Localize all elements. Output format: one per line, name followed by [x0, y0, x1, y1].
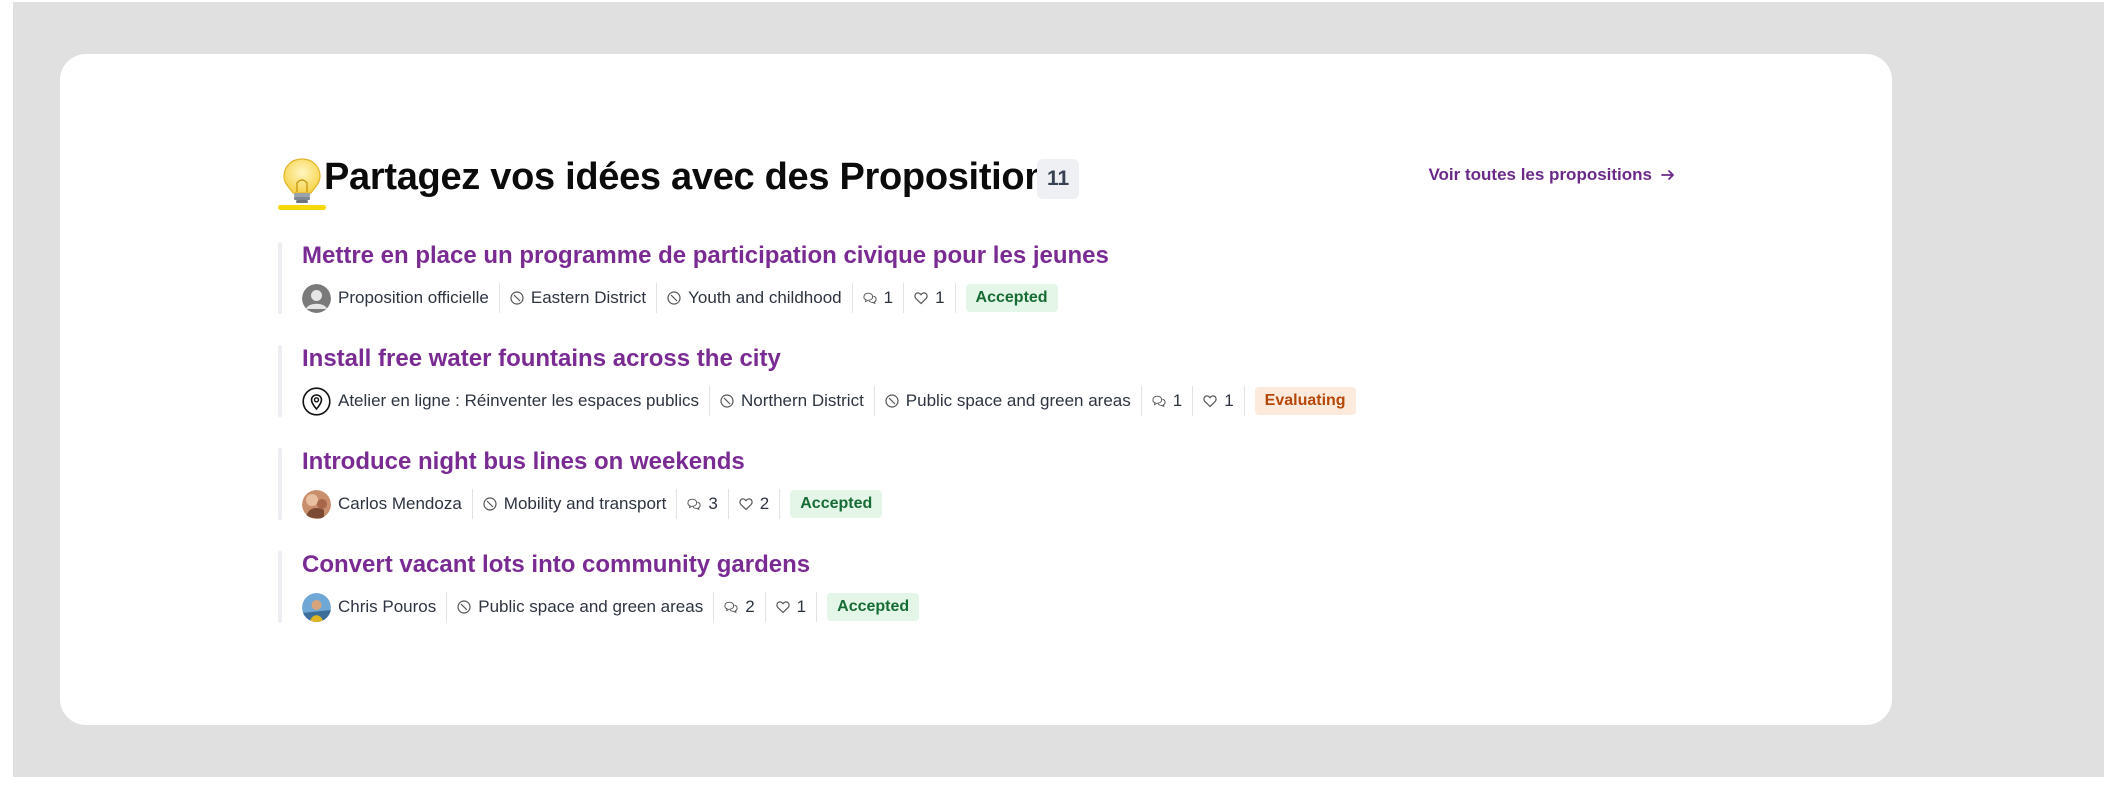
comments-icon: [863, 292, 877, 305]
divider: [816, 592, 818, 622]
proposal-title-link[interactable]: Install free water fountains across the …: [302, 343, 1378, 377]
category-label: Public space and green areas: [478, 597, 704, 616]
heart-icon: [914, 292, 928, 305]
likes-count: 1: [766, 591, 816, 623]
proposal-list: Mettre en place un programme de particip…: [278, 240, 1378, 652]
see-all-label: Voir toutes les propositions: [1428, 165, 1652, 184]
proposal-title-link[interactable]: Introduce night bus lines on weekends: [302, 446, 1378, 480]
author: Carlos Mendoza: [302, 488, 472, 520]
likes-value: 1: [1224, 391, 1234, 410]
divider: [779, 489, 781, 519]
tag-icon: [720, 394, 734, 408]
heart-icon: [1203, 395, 1217, 408]
scope-tag[interactable]: Northern District: [710, 385, 874, 417]
category-label: Public space and green areas: [905, 391, 1131, 410]
arrow-right-icon: [1661, 170, 1674, 180]
tag-icon: [510, 291, 524, 305]
divider: [1243, 386, 1245, 416]
likes-value: 1: [935, 288, 945, 307]
comments-value: 1: [1172, 391, 1183, 410]
scope-label: Eastern District: [530, 288, 647, 307]
author-name: Atelier en ligne : Réinventer les espace…: [338, 391, 699, 410]
heart-icon: [775, 601, 790, 614]
proposal-item: Mettre en place un programme de particip…: [278, 240, 1378, 343]
likes-value: 2: [759, 494, 770, 513]
comments-count: 2: [714, 591, 764, 623]
tag-icon: [483, 497, 497, 511]
title-highlight: [278, 205, 326, 210]
author-name: Proposition officielle: [338, 288, 489, 307]
category-tag[interactable]: Mobility and transport: [473, 488, 677, 520]
author: Atelier en ligne : Réinventer les espace…: [302, 385, 709, 417]
scope-label: Northern District: [740, 391, 864, 410]
author: Chris Pouros: [302, 591, 446, 623]
proposal-item: Convert vacant lots into community garde…: [278, 549, 1378, 652]
proposal-meta: Proposition officielle Eastern District …: [302, 282, 1378, 314]
category-tag[interactable]: Youth and childhood: [657, 282, 851, 314]
user-avatar: [302, 489, 331, 519]
comments-icon: [724, 601, 738, 614]
tag-icon: [457, 600, 471, 614]
comments-icon: [1152, 395, 1166, 408]
comments-icon: [687, 498, 701, 511]
map-pin-icon: [302, 386, 331, 416]
user-avatar: [302, 592, 331, 622]
comments-value: 3: [708, 494, 718, 513]
proposal-title-link[interactable]: Convert vacant lots into community garde…: [302, 549, 1378, 583]
comments-value: 2: [745, 597, 755, 616]
section-title: Partagez vos idées avec des Propositions: [324, 156, 1069, 198]
comments-count: 1: [853, 282, 903, 314]
tag-icon: [667, 291, 681, 305]
status-badge: Evaluating: [1254, 387, 1356, 415]
category-tag[interactable]: Public space and green areas: [875, 385, 1141, 417]
comments-value: 1: [883, 288, 894, 307]
comments-count: 3: [677, 488, 727, 520]
proposal-meta: Atelier en ligne : Réinventer les espace…: [302, 385, 1378, 417]
likes-count: 2: [729, 488, 779, 520]
likes-count: 1: [1193, 385, 1243, 417]
default-avatar-icon: [302, 283, 331, 313]
see-all-proposals-link[interactable]: Voir toutes les propositions: [1428, 165, 1676, 185]
likes-count: 1: [904, 282, 954, 314]
proposal-item: Install free water fountains across the …: [278, 343, 1378, 446]
section-header: Partagez vos idées avec des Propositions…: [278, 155, 1676, 225]
category-tag[interactable]: Public space and green areas: [447, 591, 713, 623]
status-badge: Accepted: [827, 593, 920, 621]
status-badge: Accepted: [790, 490, 883, 518]
proposal-count-badge: 11: [1037, 159, 1080, 199]
proposal-item: Introduce night bus lines on weekends Ca…: [278, 446, 1378, 549]
proposal-meta: Carlos Mendoza Mobility and transport 3 …: [302, 488, 1378, 520]
comments-count: 1: [1142, 385, 1192, 417]
proposal-meta: Chris Pouros Public space and green area…: [302, 591, 1378, 623]
likes-value: 1: [796, 597, 807, 616]
author-name: Carlos Mendoza: [338, 494, 462, 513]
proposal-title-link[interactable]: Mettre en place un programme de particip…: [302, 240, 1378, 274]
scope-tag[interactable]: Eastern District: [500, 282, 656, 314]
heart-icon: [739, 498, 753, 511]
author-name: Chris Pouros: [338, 597, 437, 616]
status-badge: Accepted: [965, 284, 1058, 312]
category-label: Youth and childhood: [688, 288, 842, 307]
category-label: Mobility and transport: [503, 494, 667, 513]
divider: [954, 283, 956, 313]
tag-icon: [885, 394, 899, 408]
author: Proposition officielle: [302, 282, 499, 314]
